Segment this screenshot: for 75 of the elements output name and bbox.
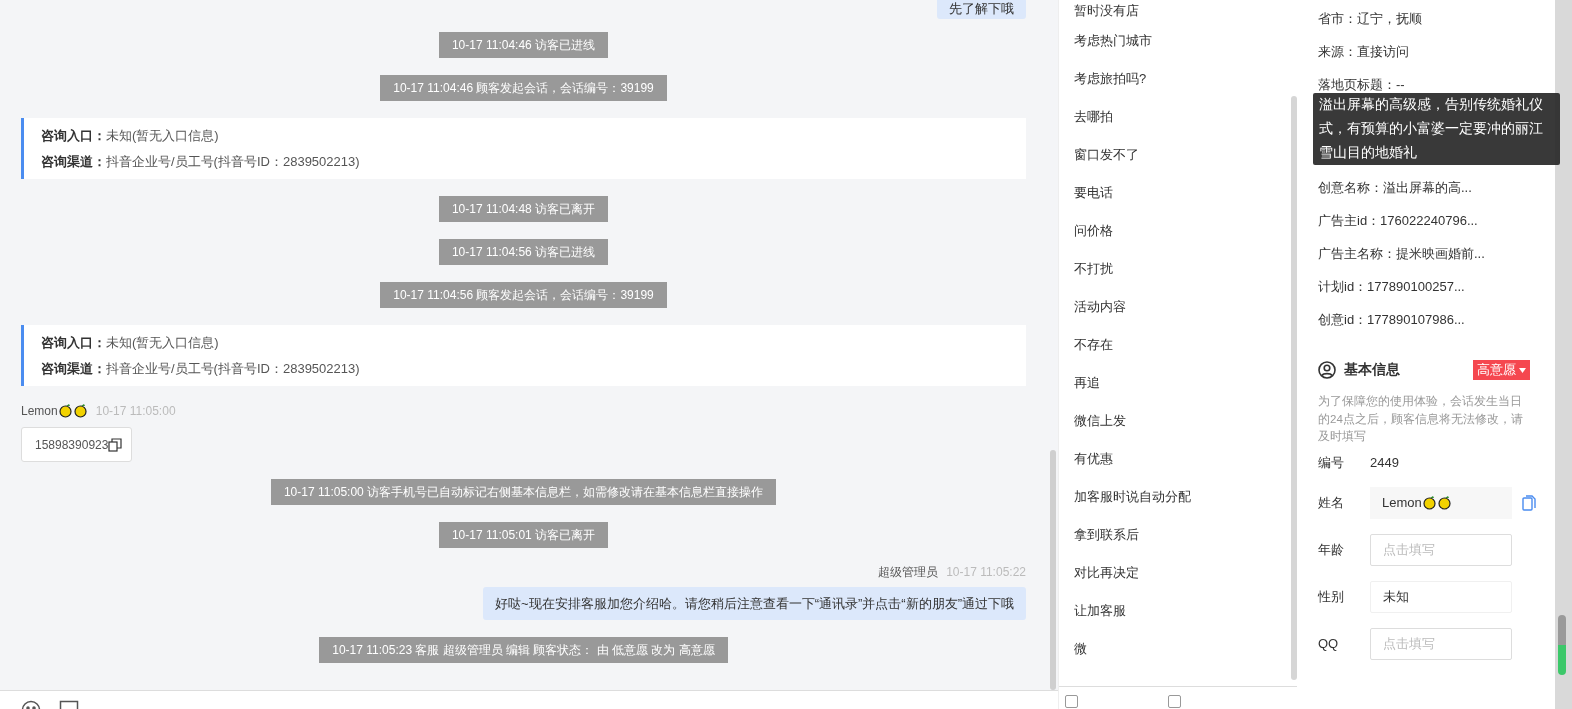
field-label: QQ	[1318, 636, 1340, 651]
caret-icon	[1519, 367, 1526, 373]
field-label: 咨询渠道：	[41, 360, 106, 377]
input-field[interactable]: 点击填写	[1370, 627, 1512, 660]
select-field[interactable]: 未知	[1370, 580, 1512, 613]
message-time: 10-17 11:05:00	[95, 403, 176, 418]
quick-reply-item[interactable]: 微	[1059, 630, 1259, 668]
quick-reply-item[interactable]: 微信上发	[1059, 402, 1259, 440]
system-message: 10-17 11:04:46 访客已进线	[438, 32, 609, 58]
section-title: 基本信息	[1344, 361, 1401, 379]
attribute-text: 计划id：177890100257...	[1318, 278, 1466, 296]
quick-reply-item[interactable]: 拿到联系后	[1059, 516, 1259, 554]
checkbox[interactable]	[1168, 695, 1181, 708]
attribute-text: 创意名称：溢出屏幕的高...	[1318, 179, 1473, 197]
system-message: 10-17 11:05:01 访客已离开	[438, 522, 609, 548]
quick-reply-item[interactable]: 考虑旅拍吗?	[1059, 60, 1259, 98]
quick-reply-item[interactable]: 要电话	[1059, 174, 1259, 212]
name-field[interactable]: Lemon	[1370, 486, 1512, 519]
attribute-text: 落地页标题：--	[1318, 76, 1406, 94]
attribute-text: 省市：辽宁，抚顺	[1318, 10, 1423, 28]
lemon-icon	[1436, 495, 1452, 510]
quick-reply-item[interactable]: 活动内容	[1059, 288, 1259, 326]
message-bubble: 先了解下哦	[937, 0, 1026, 19]
attribute-text: 广告主id：176022240796...	[1318, 212, 1479, 230]
quick-reply-item[interactable]: 对比再决定	[1059, 554, 1259, 592]
field-value: 未知(暂无入口信息)	[106, 334, 219, 351]
system-message: 10-17 11:04:46 顾客发起会话，会话编号：39199	[380, 75, 667, 101]
quick-reply-item[interactable]: 让加客服	[1059, 592, 1259, 630]
quick-reply-item[interactable]: 暂时没有店	[1059, 0, 1259, 22]
user-icon	[1318, 361, 1336, 379]
system-message: 10-17 11:04:48 访客已离开	[438, 196, 609, 222]
field-label: 咨询入口：	[41, 127, 106, 144]
field-label: 姓名	[1318, 493, 1345, 512]
checkbox[interactable]	[1065, 695, 1078, 708]
quick-reply-item[interactable]: 不打扰	[1059, 250, 1259, 288]
copy-icon[interactable]	[108, 437, 123, 452]
quick-reply-item[interactable]: 有优惠	[1059, 440, 1259, 478]
attribute-text: 创意id：177890107986...	[1318, 311, 1466, 329]
system-message: 10-17 11:05:23 客服 超级管理员 编辑 顾客状态： 由 低意愿 改为 高意愿	[319, 637, 728, 663]
system-message: 10-17 11:04:56 访客已进线	[438, 239, 609, 265]
field-label: 咨询渠道：	[41, 153, 106, 170]
quick-reply-item[interactable]: 考虑热门城市	[1059, 22, 1259, 60]
message-bubble: 好哒~现在安排客服加您介绍哈。请您稍后注意查看一下“通讯录”并点击“新的朋友”通过下哦	[483, 587, 1026, 620]
quick-reply-item[interactable]: 再追	[1059, 364, 1259, 402]
scrollbar[interactable]	[1050, 450, 1056, 690]
quick-reply-item[interactable]: 去哪拍	[1059, 98, 1259, 136]
system-message: 10-17 11:05:00 访客手机号已自动标记右侧基本信息栏，如需修改请在基本信息栏直接操作	[270, 479, 777, 505]
field-value: 抖音企业号/员工号(抖音号ID：2839502213)	[106, 360, 360, 377]
quick-reply-item[interactable]: 窗口发不了	[1059, 136, 1259, 174]
notice-text: 为了保障您的使用体验，会话发生当日的24点之后，顾客信息将无法修改，请及时填写	[1318, 394, 1524, 444]
sender-name: 超级管理员	[878, 565, 939, 579]
field-value: 2449	[1370, 455, 1399, 470]
field-label: 咨询入口：	[41, 334, 106, 351]
system-message: 10-17 11:04:56 顾客发起会话，会话编号：39199	[380, 282, 667, 308]
scrollbar[interactable]	[1291, 96, 1297, 680]
lemon-icon	[57, 403, 73, 418]
quick-reply-item[interactable]: 问价格	[1059, 212, 1259, 250]
field-label: 性别	[1318, 587, 1345, 606]
field-value: 抖音企业号/员工号(抖音号ID：2839502213)	[106, 153, 360, 170]
lemon-icon	[72, 403, 88, 418]
sender-name: Lemon	[21, 403, 58, 418]
quick-reply-item[interactable]: 加客服时说自动分配	[1059, 478, 1259, 516]
message-bubble: 15898390923	[21, 427, 133, 462]
attribute-text: 广告主名称：提米映画婚前...	[1318, 245, 1486, 263]
tooltip: 溢出屏幕的高级感，告别传统婚礼仪式，有预算的小富婆一定要冲的丽江雪山目的地婚礼	[1313, 93, 1560, 165]
message-time: 10-17 11:05:22	[946, 565, 1026, 579]
attribute-text: 来源：直接访问	[1318, 43, 1410, 61]
input-field[interactable]: 点击填写	[1370, 533, 1512, 566]
scrollbar[interactable]	[1558, 615, 1566, 675]
field-value: 未知(暂无入口信息)	[106, 127, 219, 144]
field-label: 编号	[1318, 453, 1345, 472]
lemon-icon	[1421, 495, 1437, 510]
intent-dropdown[interactable]: 高意愿	[1473, 360, 1530, 380]
quick-reply-item[interactable]: 不存在	[1059, 326, 1259, 364]
field-label: 年龄	[1318, 540, 1345, 559]
